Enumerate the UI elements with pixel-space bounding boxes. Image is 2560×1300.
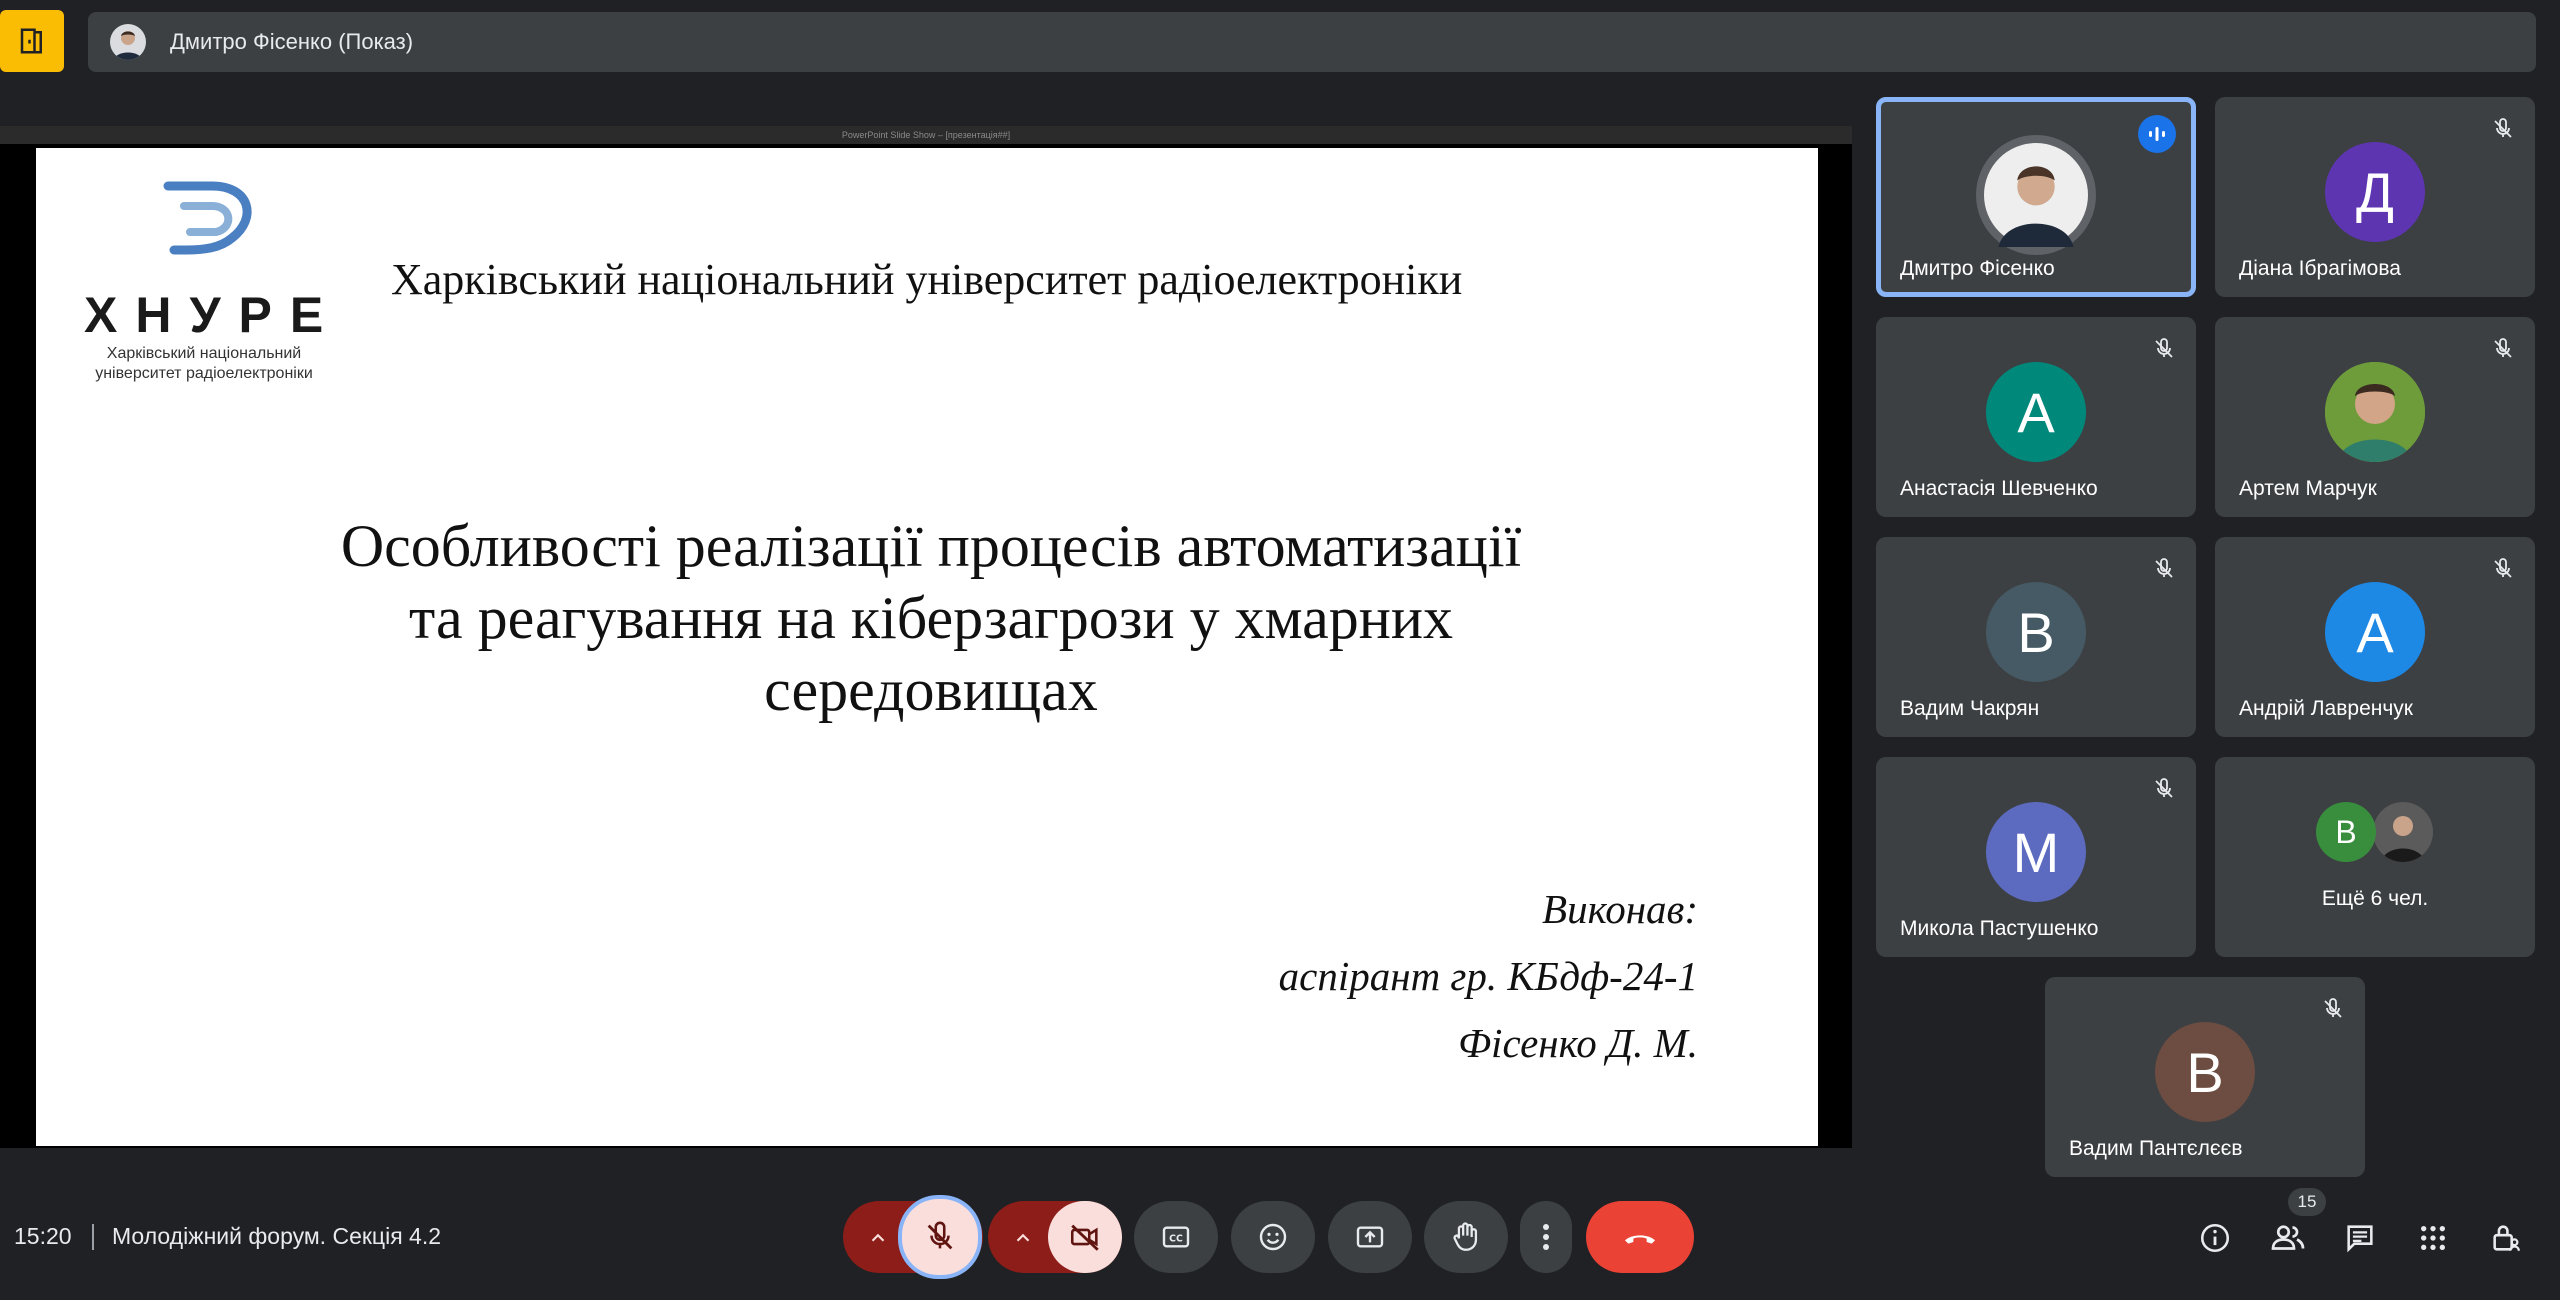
- chevron-up-icon: [1016, 1233, 1030, 1242]
- info-icon: [2200, 1223, 2230, 1253]
- chat-icon: [2347, 1225, 2373, 1253]
- participant-tile[interactable]: Дмитро Фісенко: [1876, 97, 2196, 297]
- avatar: М: [1986, 802, 2086, 902]
- svg-text:CC: CC: [1169, 1234, 1183, 1245]
- present-button[interactable]: [1328, 1201, 1412, 1273]
- closed-captions-icon: CC: [1162, 1226, 1190, 1248]
- participant-tile[interactable]: В Вадим Пантєлєєв: [2045, 977, 2365, 1177]
- people-icon: [2271, 1225, 2305, 1250]
- avatar: А: [2325, 582, 2425, 682]
- participant-tile[interactable]: В Вадим Чакрян: [1876, 537, 2196, 737]
- hand-icon: [1453, 1222, 1478, 1251]
- host-controls-button[interactable]: [2486, 1218, 2526, 1258]
- reactions-button[interactable]: [1231, 1201, 1315, 1273]
- people-button[interactable]: [2268, 1218, 2308, 1258]
- logo-text: ХНУРЕ: [84, 287, 342, 343]
- divider: [92, 1224, 94, 1250]
- participant-name: Андрій Лавренчук: [2239, 697, 2413, 720]
- mic-off-icon: [2155, 778, 2173, 798]
- participant-tile[interactable]: М Микола Пастушенко: [1876, 757, 2196, 957]
- slide-title: Особливості реалізації процесів автомати…: [136, 510, 1726, 726]
- participant-name: Вадим Чакрян: [1900, 697, 2040, 720]
- present-screen-icon: [1356, 1226, 1384, 1248]
- participant-name: Артем Марчук: [2239, 477, 2377, 500]
- more-options-button[interactable]: [1520, 1201, 1572, 1273]
- avatar: В: [2316, 802, 2376, 862]
- avatar: В: [1986, 582, 2086, 682]
- avatar: [1976, 135, 2096, 255]
- clock: 15:20: [14, 1223, 72, 1249]
- meeting-app-button[interactable]: [0, 10, 64, 72]
- avatar: [2373, 802, 2433, 862]
- leave-call-button[interactable]: [1586, 1201, 1694, 1273]
- slide: ХНУРЕ Харківський національний університ…: [36, 148, 1818, 1146]
- slideshow-window-title: PowerPoint Slide Show – [презентація##]: [0, 126, 1852, 144]
- author-line: аспірант гр. КБдф-24-1: [1278, 953, 1698, 999]
- activities-button[interactable]: [2413, 1218, 2453, 1258]
- camera-options-button[interactable]: [1003, 1220, 1043, 1256]
- slide-title-line: та реагування на кіберзагрози у хмарних: [409, 585, 1453, 651]
- participant-tile[interactable]: Д Діана Ібрагімова: [2215, 97, 2535, 297]
- slide-title-line: Особливості реалізації процесів автомати…: [340, 513, 1522, 579]
- apps-grid-icon: [2421, 1226, 2445, 1250]
- avatar: [2325, 362, 2425, 462]
- author-line: Фісенко Д. М.: [1458, 1020, 1698, 1066]
- participant-name: Дмитро Фісенко: [1900, 257, 2055, 280]
- camera-toggle-button[interactable]: [1048, 1201, 1122, 1273]
- mic-off-icon: [2324, 998, 2342, 1018]
- lock-person-icon: [2493, 1225, 2520, 1251]
- more-participants-label: Ещё 6 чел.: [2321, 887, 2429, 910]
- mic-off-icon: [927, 1221, 953, 1250]
- avatar: Д: [2325, 142, 2425, 242]
- more-vert-icon: [1543, 1224, 1549, 1250]
- university-title: Харківський національний університет рад…: [391, 255, 1463, 304]
- mic-options-button[interactable]: [858, 1220, 898, 1256]
- author-block: Виконав: аспірант гр. КБдф-24-1 Фісенко …: [1279, 876, 1698, 1077]
- door-icon: [20, 28, 42, 54]
- participant-name: Микола Пастушенко: [1900, 917, 2099, 940]
- mic-off-icon: [2494, 558, 2512, 578]
- meeting-details-button[interactable]: [2195, 1218, 2235, 1258]
- participant-name: Анастасія Шевченко: [1900, 477, 2098, 500]
- mic-off-icon: [2494, 118, 2512, 138]
- captions-button[interactable]: CC: [1134, 1201, 1218, 1273]
- participant-tile[interactable]: А Анастасія Шевченко: [1876, 317, 2196, 517]
- university-logo-icon: [163, 181, 252, 255]
- chat-button[interactable]: [2340, 1218, 2380, 1258]
- speaking-indicator-icon: [2138, 115, 2176, 153]
- presenter-label: Дмитро Фісенко (Показ): [170, 29, 414, 54]
- mic-toggle-button[interactable]: [902, 1199, 978, 1275]
- meeting-title: Молодіжний форум. Секція 4.2: [112, 1223, 442, 1249]
- author-line: Виконав:: [1542, 886, 1698, 932]
- participant-name: Вадим Пантєлєєв: [2069, 1137, 2243, 1160]
- raise-hand-button[interactable]: [1424, 1201, 1508, 1273]
- participant-tile[interactable]: А Андрій Лавренчук: [2215, 537, 2535, 737]
- mic-off-icon: [2494, 338, 2512, 358]
- logo-subtitle: Харківський національний університет рад…: [95, 345, 313, 382]
- participant-count-badge: 15: [2288, 1188, 2326, 1216]
- slide-title-line: середовищах: [764, 657, 1098, 723]
- chevron-up-icon: [871, 1233, 885, 1242]
- participant-name: Діана Ібрагімова: [2239, 257, 2401, 280]
- presenter-avatar: [110, 24, 146, 60]
- camera-off-icon: [1070, 1224, 1099, 1251]
- avatar: А: [1986, 362, 2086, 462]
- mic-off-icon: [2155, 558, 2173, 578]
- mic-off-icon: [2155, 338, 2173, 358]
- avatar: В: [2155, 1022, 2255, 1122]
- participant-tile[interactable]: Артем Марчук: [2215, 317, 2535, 517]
- emoji-icon: [1259, 1223, 1287, 1251]
- presenter-bar[interactable]: Дмитро Фісенко (Показ): [88, 12, 2536, 72]
- hang-up-icon: [1625, 1235, 1655, 1244]
- more-participants-tile[interactable]: В Ещё 6 чел.: [2215, 757, 2535, 957]
